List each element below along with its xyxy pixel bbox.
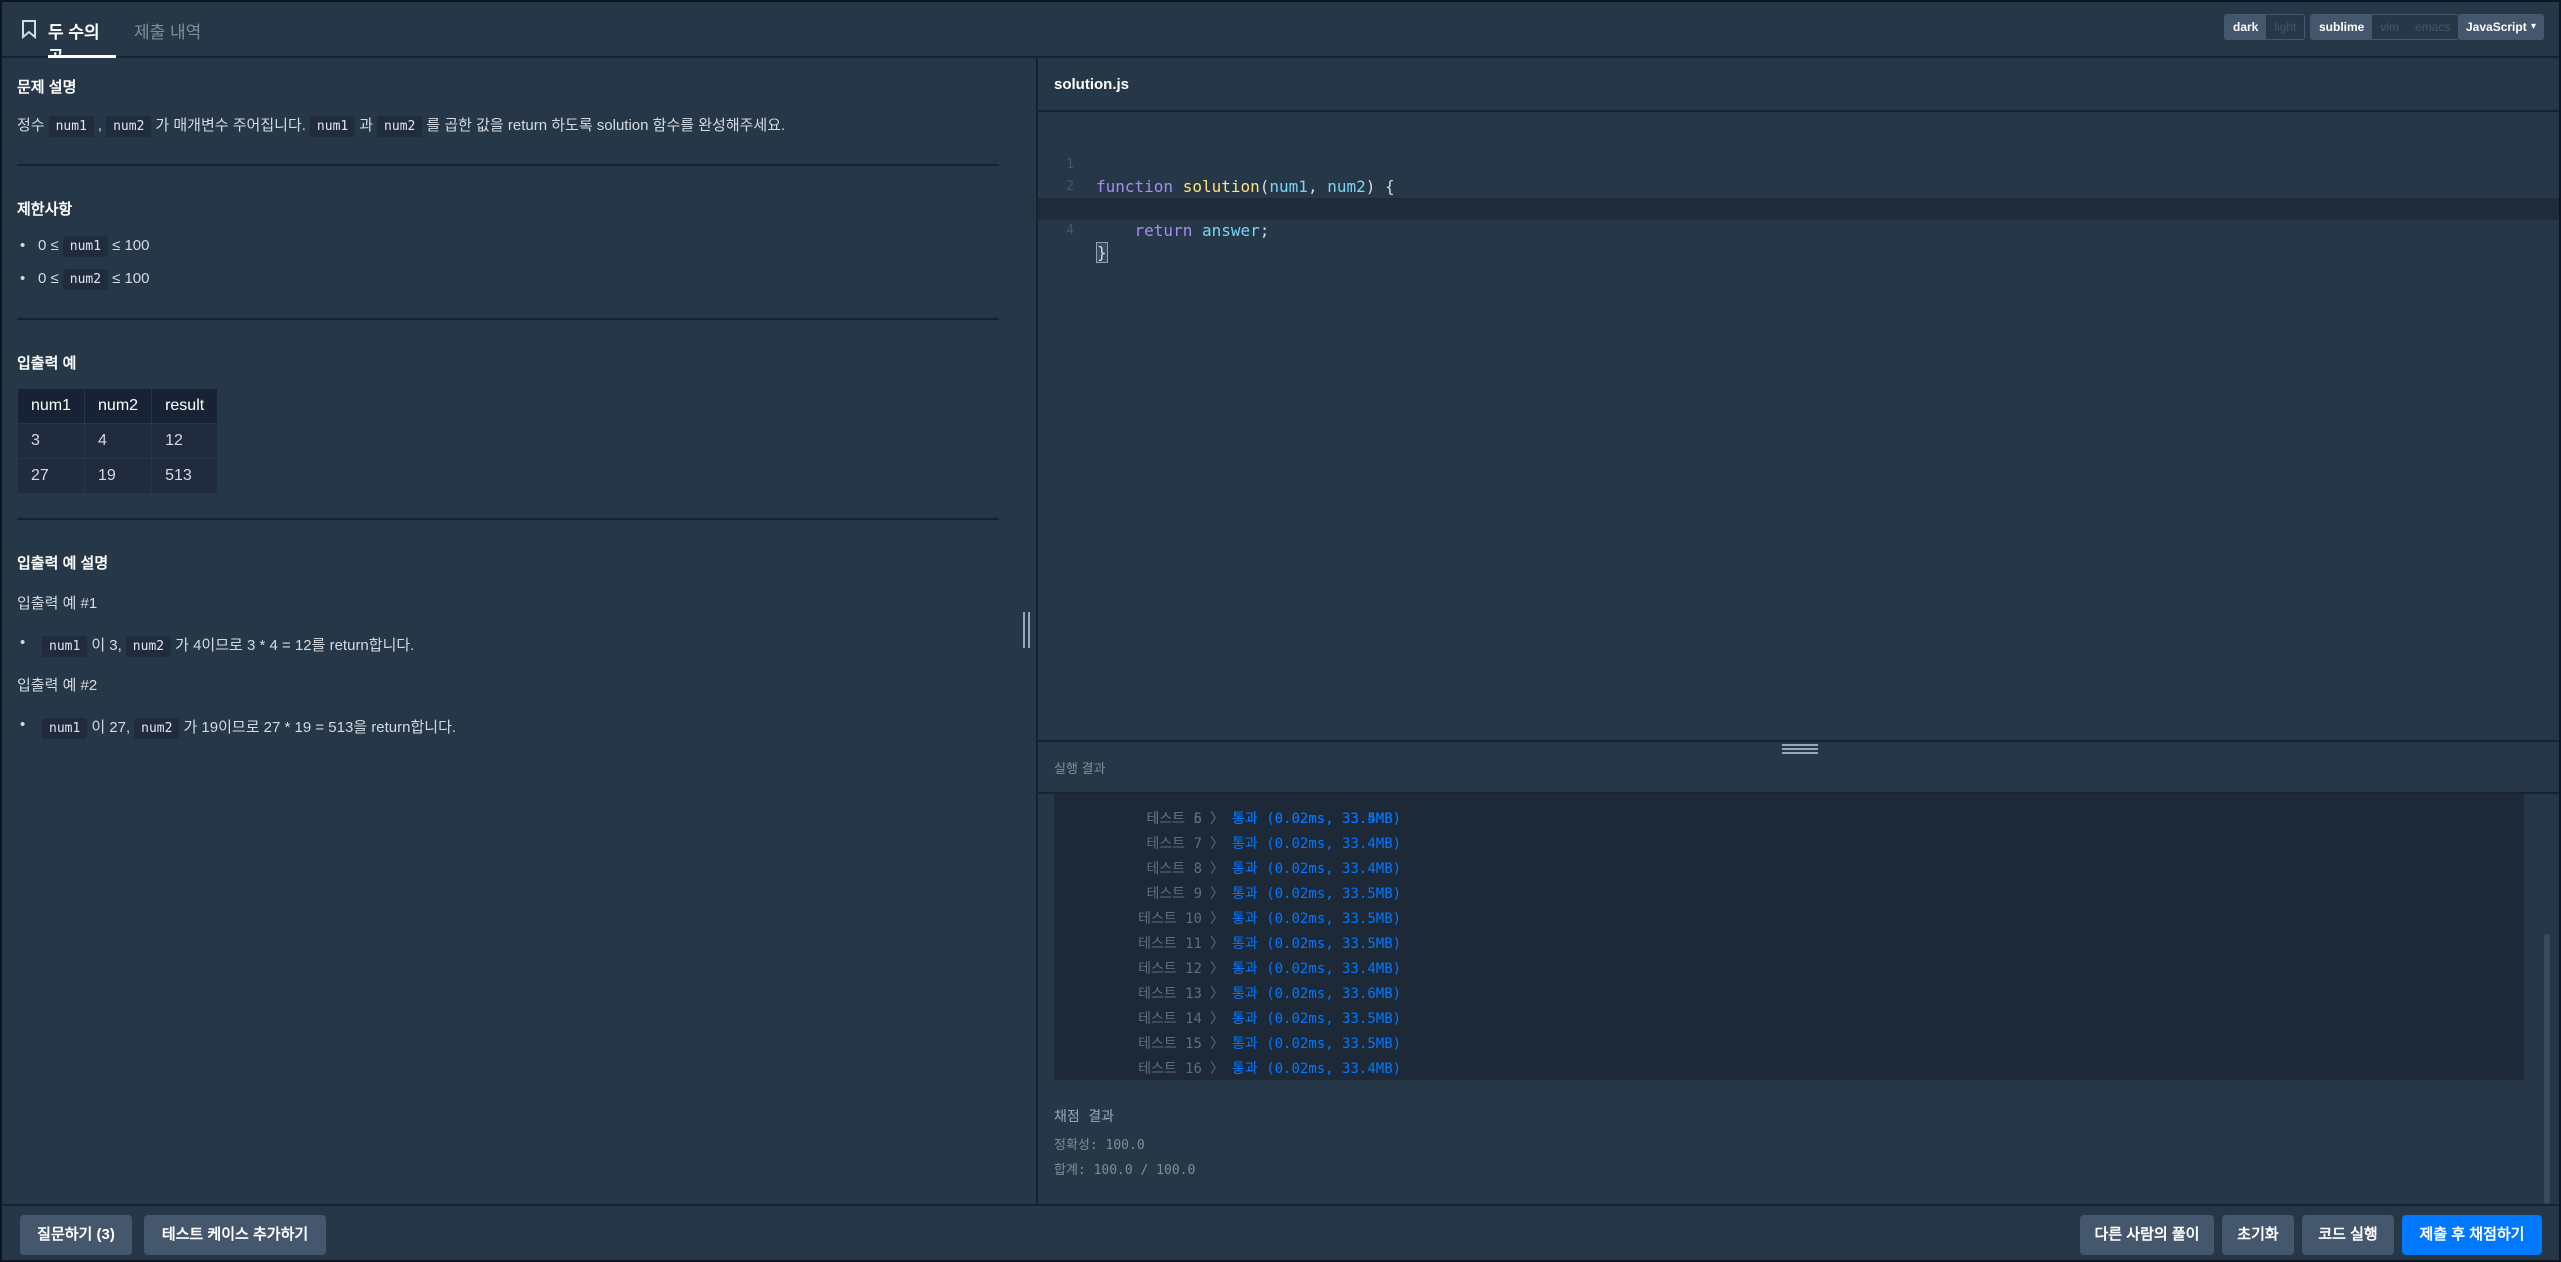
window-frame	[0, 0, 2561, 1262]
